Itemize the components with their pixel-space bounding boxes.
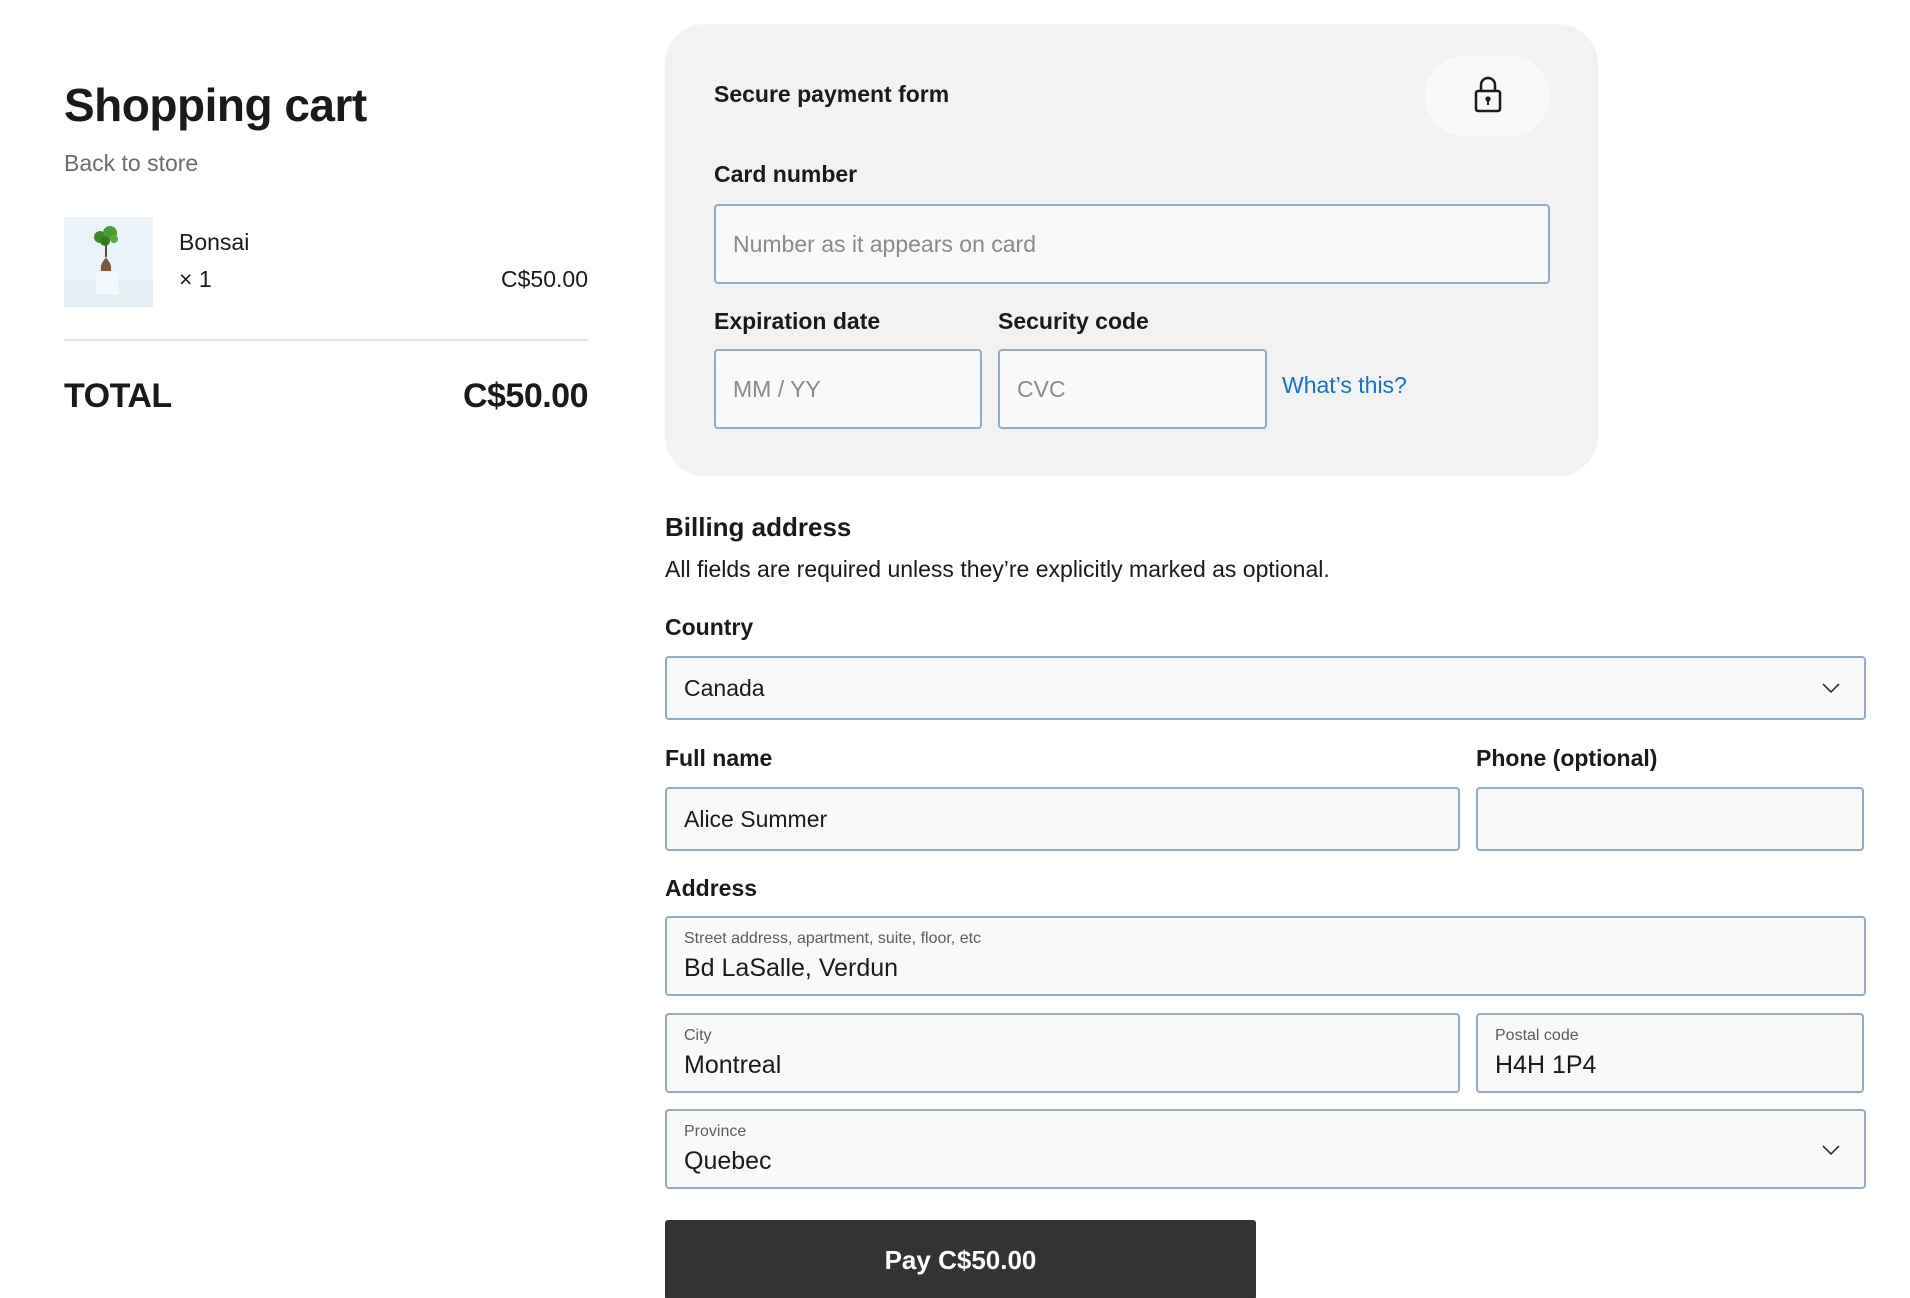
province-value: Quebec <box>684 1147 772 1175</box>
payment-panel-title: Secure payment form <box>714 81 950 107</box>
bonsai-image <box>64 217 153 307</box>
phone-label: Phone (optional) <box>1476 745 1658 771</box>
city-value: Montreal <box>684 1051 782 1079</box>
province-select[interactable]: Province Quebec <box>665 1109 1866 1189</box>
back-to-store-link[interactable]: Back to store <box>64 150 198 177</box>
cart-divider <box>64 339 588 341</box>
security-code-input[interactable] <box>1000 351 1265 427</box>
billing-description: All fields are required unless they’re e… <box>665 556 1330 582</box>
street-address-field[interactable]: Street address, apartment, suite, floor,… <box>665 916 1866 996</box>
street-address-label: Street address, apartment, suite, floor,… <box>684 930 982 947</box>
full-name-field <box>665 787 1460 851</box>
city-field[interactable]: City Montreal <box>665 1013 1460 1093</box>
card-number-label: Card number <box>714 161 858 187</box>
secure-payment-panel: Secure payment form Card number Expirati… <box>665 24 1598 476</box>
item-price: C$50.00 <box>501 266 588 292</box>
cart-title: Shopping cart <box>64 79 367 131</box>
expiration-date-field <box>714 349 982 429</box>
country-value: Canada <box>684 674 765 701</box>
postal-code-field[interactable]: Postal code H4H 1P4 <box>1476 1013 1864 1093</box>
country-select[interactable]: Canada <box>665 656 1866 720</box>
address-label: Address <box>665 875 758 901</box>
phone-field <box>1476 787 1864 851</box>
card-number-field <box>714 204 1550 284</box>
secure-lock-button[interactable] <box>1425 56 1550 136</box>
pay-button[interactable]: Pay C$50.00 <box>665 1220 1256 1298</box>
item-name: Bonsai <box>179 229 250 255</box>
card-number-input[interactable] <box>716 206 1548 282</box>
billing-address-title: Billing address <box>665 512 852 542</box>
street-address-value: Bd LaSalle, Verdun <box>684 954 899 982</box>
postal-code-value: H4H 1P4 <box>1495 1051 1597 1079</box>
chevron-down-icon <box>1816 1135 1846 1165</box>
chevron-down-icon <box>1816 673 1846 703</box>
full-name-label: Full name <box>665 745 773 771</box>
whats-this-link[interactable]: What’s this? <box>1282 372 1407 399</box>
security-code-field <box>998 349 1267 429</box>
item-quantity: × 1 <box>179 266 212 292</box>
province-label: Province <box>684 1123 747 1140</box>
country-label: Country <box>665 614 754 640</box>
expiration-date-input[interactable] <box>716 351 980 427</box>
security-code-label: Security code <box>998 308 1149 334</box>
postal-code-label: Postal code <box>1495 1027 1579 1044</box>
total-value: C$50.00 <box>462 377 589 415</box>
city-label: City <box>684 1027 712 1044</box>
expiration-date-label: Expiration date <box>714 308 881 334</box>
phone-input[interactable] <box>1478 789 1862 849</box>
lock-icon <box>1473 75 1503 118</box>
total-label: TOTAL <box>64 377 172 415</box>
full-name-input[interactable] <box>667 789 1458 849</box>
